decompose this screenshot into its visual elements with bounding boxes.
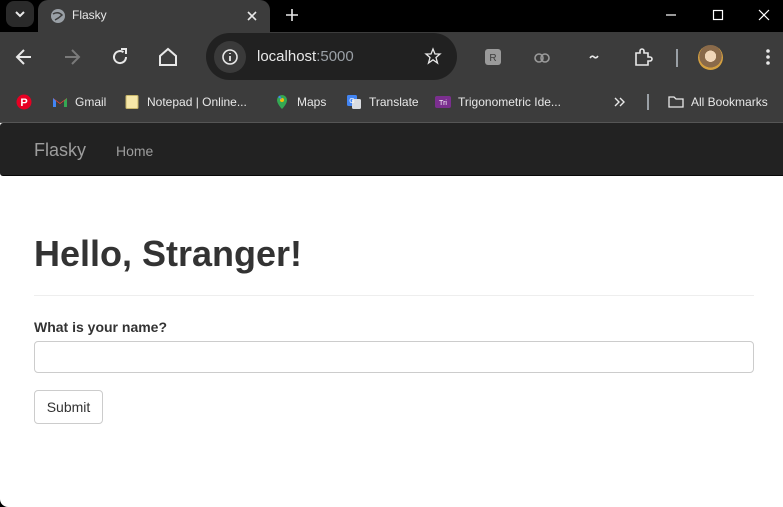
bookmark-pinterest[interactable]: P: [16, 93, 39, 111]
name-input[interactable]: [34, 341, 754, 373]
svg-text:G: G: [349, 98, 354, 105]
extension-r-icon[interactable]: R: [483, 47, 503, 67]
heading-divider: [34, 295, 754, 296]
profile-avatar[interactable]: [698, 45, 723, 70]
nav-home-link[interactable]: Home: [116, 143, 153, 159]
tab-search-button[interactable]: [6, 1, 34, 27]
bookmarks-divider: [647, 94, 649, 110]
page-heading: Hello, Stranger!: [34, 233, 303, 274]
globe-icon: [51, 9, 65, 23]
bookmark-star-icon[interactable]: [424, 47, 442, 65]
bookmark-translate[interactable]: G Translate: [346, 93, 419, 111]
bookmark-maps[interactable]: Maps: [274, 93, 326, 111]
trig-icon: Tri: [435, 96, 451, 108]
tab-strip: Flasky: [0, 0, 783, 32]
all-bookmarks-button[interactable]: All Bookmarks: [668, 93, 768, 111]
svg-text:R: R: [489, 53, 496, 64]
bookmarks-bar: P Gmail Notepad | Online... Maps G Trans…: [0, 82, 783, 123]
svg-text:P: P: [20, 97, 27, 109]
address-url: localhost:5000: [257, 48, 354, 65]
notepad-icon: [125, 95, 139, 109]
info-icon: [222, 49, 238, 65]
bookmark-notepad[interactable]: Notepad | Online...: [124, 93, 247, 111]
site-navbar: Flasky Home: [0, 123, 783, 176]
home-icon[interactable]: [156, 45, 180, 69]
chevron-down-icon: [15, 11, 25, 18]
tab-title: Flasky: [72, 8, 107, 22]
menu-kebab-icon[interactable]: [758, 47, 778, 67]
pinterest-icon: P: [16, 94, 32, 110]
toolbar-divider: [676, 49, 678, 67]
folder-icon: [668, 96, 684, 108]
translate-icon: G: [347, 95, 361, 109]
extension-link-icon[interactable]: [532, 47, 552, 67]
navbar-brand[interactable]: Flasky: [34, 140, 86, 161]
extension-tilde-icon[interactable]: [584, 47, 604, 67]
submit-button[interactable]: Submit: [34, 390, 103, 424]
browser-tab[interactable]: Flasky: [38, 0, 270, 32]
forward-icon[interactable]: [60, 45, 84, 69]
more-bookmarks-icon[interactable]: [613, 95, 627, 109]
minimize-icon[interactable]: [662, 6, 680, 24]
svg-text:Tri: Tri: [439, 100, 447, 107]
browser-toolbar: localhost:5000 R: [0, 32, 783, 82]
name-label: What is your name?: [34, 319, 168, 335]
maximize-icon[interactable]: [709, 6, 727, 24]
bookmark-trigonometric[interactable]: Tri Trigonometric Ide...: [435, 93, 561, 111]
gmail-icon: [53, 98, 67, 107]
maps-icon: [277, 95, 287, 109]
bookmark-gmail[interactable]: Gmail: [52, 93, 106, 111]
site-info-button[interactable]: [214, 41, 246, 73]
back-icon[interactable]: [12, 45, 36, 69]
reload-icon[interactable]: [108, 45, 132, 69]
web-page: Flasky Home Hello, Stranger! What is you…: [0, 123, 783, 507]
address-bar[interactable]: localhost:5000: [206, 33, 457, 80]
close-window-icon[interactable]: [755, 6, 773, 24]
close-tab-icon[interactable]: [244, 8, 260, 24]
new-tab-icon[interactable]: [283, 6, 301, 24]
extensions-puzzle-icon[interactable]: [633, 47, 653, 67]
